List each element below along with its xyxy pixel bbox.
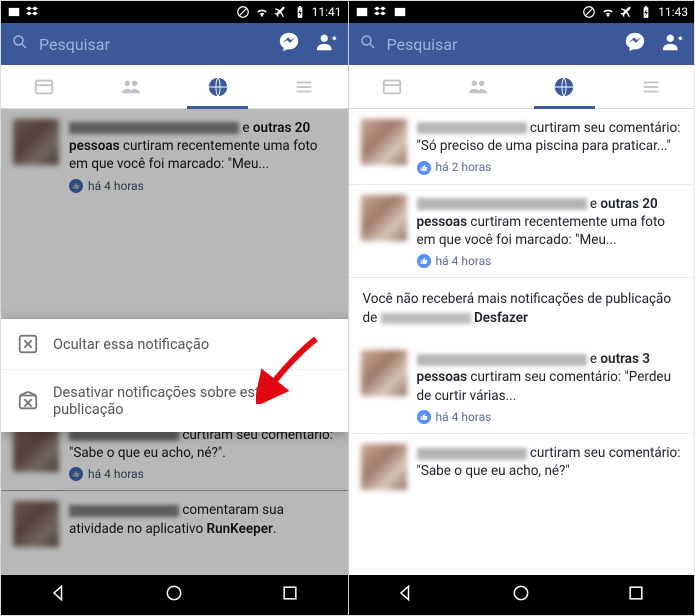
battery-icon xyxy=(639,5,653,19)
avatar xyxy=(361,119,407,165)
recent-button[interactable] xyxy=(280,583,300,607)
popup-label: Desativar notificações sobre esta public… xyxy=(53,384,332,418)
tab-feed[interactable] xyxy=(349,65,435,108)
recent-button[interactable] xyxy=(626,583,646,607)
notification-item[interactable]: e outras 3 pessoas curtiram seu comentár… xyxy=(349,340,695,433)
tab-friends[interactable] xyxy=(88,65,175,108)
avatar xyxy=(361,444,407,490)
notifications-list: curtiram seu comentário: "Só preciso de … xyxy=(349,109,695,575)
text: e xyxy=(590,196,597,212)
friend-requests-icon[interactable] xyxy=(316,31,338,57)
battery-icon xyxy=(293,5,307,19)
photo-icon xyxy=(355,5,369,19)
back-button[interactable] xyxy=(49,583,69,607)
tab-feed[interactable] xyxy=(1,65,88,108)
popup-hide-notification[interactable]: Ocultar essa notificação xyxy=(1,319,348,369)
search-icon xyxy=(11,33,29,55)
blurred-name xyxy=(381,313,471,324)
home-button[interactable] xyxy=(511,583,531,607)
popup-disable-notifications[interactable]: Desativar notificações sobre esta public… xyxy=(1,369,348,432)
time: há 4 horas xyxy=(436,409,492,425)
search-bar[interactable]: Pesquisar xyxy=(349,23,695,65)
wifi-icon xyxy=(601,5,615,19)
no-sim-icon xyxy=(582,5,596,19)
back-button[interactable] xyxy=(396,583,416,607)
search-placeholder: Pesquisar xyxy=(39,35,262,54)
tab-notifications[interactable] xyxy=(174,65,261,108)
dual-screenshot: 11:41 Pesquisar e outras xyxy=(0,0,695,616)
time: há 2 horas xyxy=(436,159,492,175)
notification-item[interactable]: curtiram seu comentário: "Só preciso de … xyxy=(349,109,695,184)
context-popup: Ocultar essa notificação Desativar notif… xyxy=(1,319,348,432)
tab-bar xyxy=(1,65,348,109)
android-navbar xyxy=(1,575,348,615)
dropbox-icon xyxy=(26,5,40,19)
tab-menu[interactable] xyxy=(608,65,694,108)
undo-link[interactable]: Desfazer xyxy=(474,310,528,326)
tab-menu[interactable] xyxy=(261,65,348,108)
status-bar: 11:43 xyxy=(349,1,695,23)
popup-label: Ocultar essa notificação xyxy=(53,336,209,353)
search-placeholder: Pesquisar xyxy=(387,35,609,54)
avatar xyxy=(361,350,407,396)
tab-notifications[interactable] xyxy=(521,65,607,108)
search-icon xyxy=(359,33,377,55)
disable-icon xyxy=(17,390,39,412)
blurred-name xyxy=(417,122,527,134)
airplane-icon xyxy=(274,5,288,19)
status-time: 11:43 xyxy=(658,5,688,19)
android-navbar xyxy=(349,575,695,615)
avatar xyxy=(361,195,407,241)
dropbox-icon xyxy=(374,5,388,19)
search-bar[interactable]: Pesquisar xyxy=(1,23,348,65)
tab-bar xyxy=(349,65,695,109)
blurred-name xyxy=(417,198,587,210)
photo-icon xyxy=(393,5,407,19)
hide-icon xyxy=(17,333,39,355)
messenger-icon[interactable] xyxy=(624,31,646,57)
text: outras xyxy=(600,196,639,212)
photo-icon xyxy=(7,5,21,19)
notification-item[interactable]: curtiram seu comentário: "Sabe o que eu … xyxy=(349,433,695,498)
wifi-icon xyxy=(255,5,269,19)
text: e xyxy=(590,351,597,367)
notification-item[interactable]: e outras 20 pessoas curtiram recentement… xyxy=(349,184,695,278)
like-icon xyxy=(417,254,431,268)
status-bar: 11:41 xyxy=(1,1,348,23)
phone-left: 11:41 Pesquisar e outras xyxy=(1,1,348,615)
blurred-name xyxy=(417,448,527,460)
undo-message: Você não receberá mais notificações de p… xyxy=(349,277,695,340)
blurred-name xyxy=(417,354,587,366)
no-sim-icon xyxy=(236,5,250,19)
status-time: 11:41 xyxy=(312,5,342,19)
tab-friends[interactable] xyxy=(435,65,521,108)
home-button[interactable] xyxy=(164,583,184,607)
phone-right: 11:43 Pesquisar curtiram seu comentário:… xyxy=(348,1,695,615)
like-icon xyxy=(417,161,431,175)
messenger-icon[interactable] xyxy=(278,31,300,57)
notifications-list: e outras 20 pessoas curtiram recentement… xyxy=(1,109,348,575)
time: há 4 horas xyxy=(436,253,492,269)
like-icon xyxy=(417,410,431,424)
airplane-icon xyxy=(620,5,634,19)
friend-requests-icon[interactable] xyxy=(662,31,684,57)
